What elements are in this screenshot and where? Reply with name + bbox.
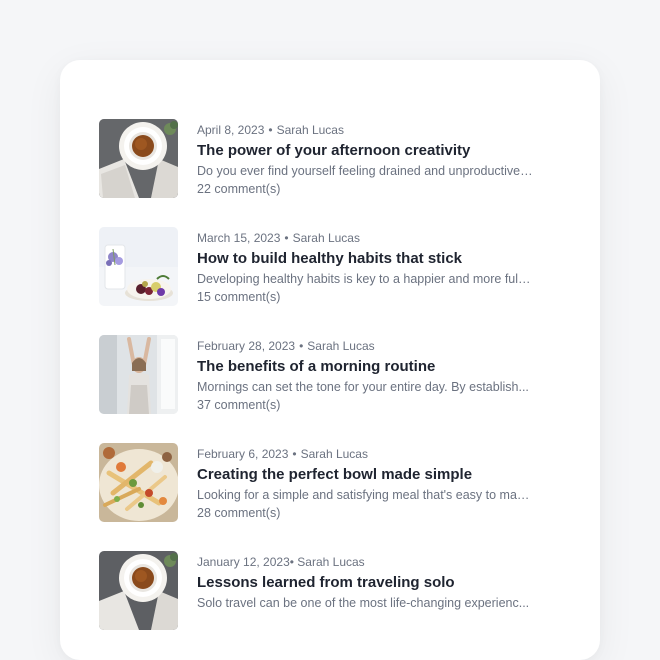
post-body: March 15, 2023 • Sarah Lucas How to build … (197, 227, 537, 306)
stretching-woman-image (99, 335, 178, 414)
post-excerpt: Developing healthy habits is key to a ha… (197, 272, 533, 286)
post-body: January 12, 2023• Sarah Lucas Lessons le… (197, 551, 537, 612)
blog-post-card: April 8, 2023 • Sarah Lucas The power of y… (60, 60, 600, 660)
post-body: February 6, 2023 • Sarah Lucas Creating th… (197, 443, 537, 522)
meta-separator: • (299, 339, 304, 353)
post-item[interactable]: February 6, 2023 • Sarah Lucas Creating th… (99, 443, 559, 551)
post-item[interactable]: February 28, 2023 • Sarah Lucas The benefi… (99, 335, 559, 443)
post-thumbnail-fruit-bowl[interactable] (99, 227, 178, 306)
post-body: April 8, 2023 • Sarah Lucas The power of y… (197, 119, 537, 198)
post-date: April 8, 2023 (197, 123, 265, 137)
post-list: April 8, 2023 • Sarah Lucas The power of y… (99, 119, 559, 659)
post-item[interactable]: March 15, 2023 • Sarah Lucas How to build … (99, 227, 559, 335)
post-meta: February 6, 2023 • Sarah Lucas (197, 446, 537, 462)
post-comments-count[interactable]: 22 comment(s) (197, 180, 537, 198)
post-thumbnail-food-platter[interactable] (99, 443, 178, 522)
meta-separator: • (284, 231, 289, 245)
post-excerpt: Do you ever find yourself feeling draine… (197, 164, 533, 178)
post-meta: March 15, 2023 • Sarah Lucas (197, 230, 537, 246)
tea-cup-image (99, 551, 178, 630)
tea-cup-image (99, 119, 178, 198)
post-excerpt: Looking for a simple and satisfying meal… (197, 488, 533, 502)
post-title[interactable]: Lessons learned from traveling solo (197, 572, 537, 594)
post-author[interactable]: Sarah Lucas (293, 231, 360, 245)
fruit-bowl-image (99, 227, 178, 306)
post-title[interactable]: The benefits of a morning routine (197, 356, 537, 378)
post-author[interactable]: Sarah Lucas (301, 447, 368, 461)
post-date: January 12, 2023 (197, 555, 290, 569)
post-meta: February 28, 2023 • Sarah Lucas (197, 338, 537, 354)
post-body: February 28, 2023 • Sarah Lucas The benefi… (197, 335, 537, 414)
post-item[interactable]: January 12, 2023• Sarah Lucas Lessons le… (99, 551, 559, 659)
meta-separator: • (268, 123, 273, 137)
post-title[interactable]: How to build healthy habits that stick (197, 248, 537, 270)
meta-separator: • (292, 447, 297, 461)
post-thumbnail-tea-cup[interactable] (99, 551, 178, 630)
post-comments-count[interactable]: 15 comment(s) (197, 288, 537, 306)
post-excerpt: Mornings can set the tone for your entir… (197, 380, 529, 394)
post-author[interactable]: Sarah Lucas (277, 123, 344, 137)
post-date: February 6, 2023 (197, 447, 289, 461)
post-meta: April 8, 2023 • Sarah Lucas (197, 122, 537, 138)
post-thumbnail-stretching[interactable] (99, 335, 178, 414)
post-item[interactable]: April 8, 2023 • Sarah Lucas The power of y… (99, 119, 559, 227)
post-author[interactable]: Sarah Lucas (307, 339, 374, 353)
post-author[interactable]: Sarah Lucas (297, 555, 364, 569)
post-thumbnail-tea-cup[interactable] (99, 119, 178, 198)
post-title[interactable]: The power of your afternoon creativity (197, 140, 537, 162)
food-platter-image (99, 443, 178, 522)
post-meta: January 12, 2023• Sarah Lucas (197, 554, 537, 570)
post-comments-count[interactable]: 37 comment(s) (197, 396, 537, 414)
post-title[interactable]: Creating the perfect bowl made simple (197, 464, 537, 486)
post-excerpt: Solo travel can be one of the most life-… (197, 596, 530, 610)
post-comments-count[interactable]: 28 comment(s) (197, 504, 537, 522)
post-date: February 28, 2023 (197, 339, 296, 353)
post-date: March 15, 2023 (197, 231, 281, 245)
